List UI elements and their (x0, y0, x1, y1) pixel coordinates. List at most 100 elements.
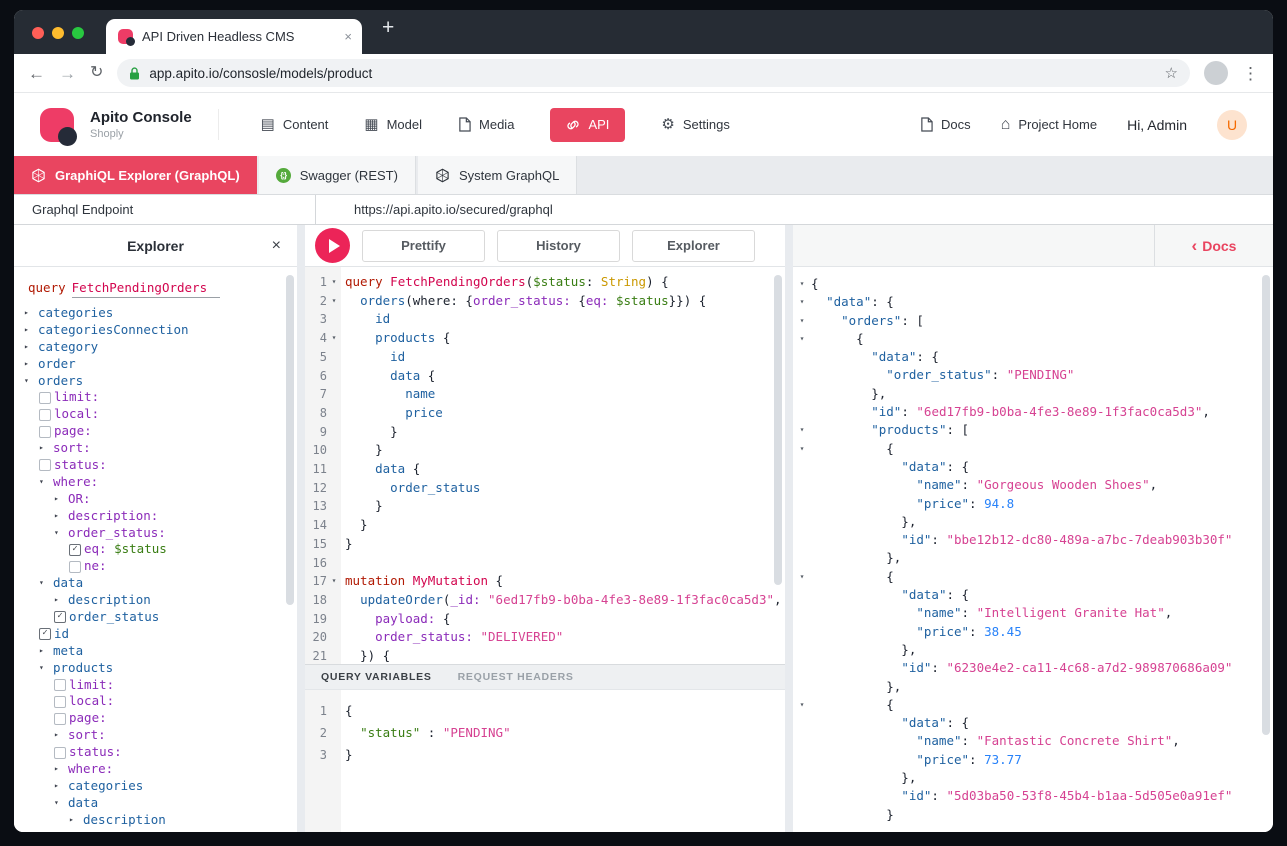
collapse-arrow-icon[interactable]: ▾ (24, 373, 38, 390)
tree-row[interactable]: status: (14, 457, 297, 474)
variables-editor[interactable]: 1{2 "status" : "PENDING" 3} (305, 690, 785, 832)
project-home-link[interactable]: ⌂ Project Home (1001, 116, 1097, 133)
field-checkbox[interactable] (69, 560, 81, 573)
expand-arrow-icon[interactable]: ▸ (54, 727, 68, 744)
nav-item-settings[interactable]: ⚙ Settings (661, 117, 729, 132)
tab-query-variables[interactable]: QUERY VARIABLES (321, 671, 432, 683)
expand-arrow-icon[interactable]: ▸ (54, 761, 68, 778)
tree-row[interactable]: ▸ category (14, 339, 297, 356)
tree-row[interactable]: local: (14, 406, 297, 423)
field-checkbox[interactable] (54, 746, 66, 759)
editor-scrollbar[interactable] (774, 275, 782, 585)
tree-row[interactable]: status: (14, 744, 297, 761)
tab-close-icon[interactable]: × (344, 29, 352, 44)
fold-arrow-icon[interactable]: ▾ (793, 275, 811, 293)
fold-arrow-icon[interactable]: ▾ (793, 440, 811, 458)
fold-arrow-icon[interactable]: ▾ (327, 329, 341, 348)
tree-row[interactable]: ▸ description: (14, 508, 297, 525)
execute-query-button[interactable] (315, 228, 350, 263)
tree-row[interactable]: ne: (14, 558, 297, 575)
field-checkbox[interactable] (54, 679, 66, 692)
fold-arrow-icon[interactable]: ▾ (793, 312, 811, 330)
explorer-toggle-button[interactable]: Explorer (632, 229, 755, 262)
tree-row[interactable]: page: (14, 710, 297, 727)
maximize-window-button[interactable] (72, 27, 84, 39)
explorer-tree-pane[interactable]: query FetchPendingOrders ▸ categories ▸ cate… (14, 267, 297, 832)
tree-row[interactable]: ▾ where: (14, 474, 297, 491)
tree-row[interactable]: local: (14, 693, 297, 710)
expand-arrow-icon[interactable]: ▸ (69, 812, 83, 829)
expand-arrow-icon[interactable]: ▸ (24, 305, 38, 322)
pane-divider[interactable] (297, 225, 305, 832)
field-checkbox[interactable]: ✓ (69, 543, 81, 556)
fold-arrow-icon[interactable]: ▾ (327, 273, 341, 292)
results-scrollbar[interactable] (1262, 275, 1270, 735)
new-tab-button[interactable]: + (382, 17, 394, 38)
tree-row[interactable]: ✓ order_status (14, 609, 297, 626)
explorer-close-icon[interactable]: × (272, 237, 281, 255)
tree-row[interactable]: ▸ description (14, 592, 297, 609)
history-button[interactable]: History (497, 229, 620, 262)
reload-icon[interactable]: ↻ (90, 65, 103, 81)
expand-arrow-icon[interactable]: ▸ (54, 592, 68, 609)
tab-graphiql-explorer[interactable]: GraphiQL Explorer (GraphQL) (14, 156, 257, 194)
tree-row[interactable]: ✓ id (14, 626, 297, 643)
field-checkbox[interactable] (39, 425, 51, 438)
minimize-window-button[interactable] (52, 27, 64, 39)
fold-arrow-icon[interactable]: ▾ (793, 421, 811, 439)
explorer-scrollbar[interactable] (286, 275, 294, 605)
expand-arrow-icon[interactable]: ▸ (39, 440, 53, 457)
field-checkbox[interactable] (54, 712, 66, 725)
tab-request-headers[interactable]: REQUEST HEADERS (458, 671, 574, 683)
fold-arrow-icon[interactable]: ▾ (793, 696, 811, 714)
tree-row[interactable]: ▸ categoriesConnection (14, 322, 297, 339)
collapse-arrow-icon[interactable]: ▾ (39, 575, 53, 592)
expand-arrow-icon[interactable]: ▸ (24, 322, 38, 339)
tree-row[interactable]: ✓ eq: $status (14, 541, 297, 558)
tree-row[interactable]: ▸ categories (14, 305, 297, 322)
tree-row[interactable]: ▸ sort: (14, 440, 297, 457)
address-bar[interactable]: app.apito.io/consosle/models/product ☆ (117, 59, 1190, 87)
tree-row[interactable]: ▸ order (14, 356, 297, 373)
collapse-arrow-icon[interactable]: ▾ (39, 660, 53, 677)
browser-profile-avatar[interactable] (1204, 61, 1228, 85)
collapse-arrow-icon[interactable]: ▾ (39, 474, 53, 491)
fold-arrow-icon[interactable]: ▾ (793, 330, 811, 348)
expand-arrow-icon[interactable]: ▸ (54, 778, 68, 795)
nav-item-model[interactable]: ▦ Model (364, 117, 422, 132)
field-checkbox[interactable] (39, 408, 51, 421)
field-checkbox[interactable] (39, 391, 51, 404)
browser-menu-icon[interactable]: ⋮ (1242, 65, 1259, 82)
collapse-arrow-icon[interactable]: ▾ (54, 525, 68, 542)
operation-name-input[interactable]: FetchPendingOrders (71, 280, 220, 298)
fold-arrow-icon[interactable]: ▾ (793, 568, 811, 586)
tree-row[interactable]: limit: (14, 389, 297, 406)
nav-item-media[interactable]: Media (458, 117, 514, 132)
back-icon[interactable]: ← (28, 65, 45, 82)
expand-arrow-icon[interactable]: ▸ (24, 356, 38, 373)
forward-icon[interactable]: → (59, 65, 76, 82)
tree-row[interactable]: ▸ OR: (14, 491, 297, 508)
query-editor[interactable]: 1 ▾ query FetchPendingOrders($status: Stri… (305, 267, 785, 664)
tree-row[interactable]: ▸ categories (14, 778, 297, 795)
field-checkbox[interactable] (54, 695, 66, 708)
tab-swagger-rest[interactable]: {;} Swagger (REST) (258, 156, 416, 194)
user-avatar[interactable]: U (1217, 109, 1247, 140)
browser-tab[interactable]: API Driven Headless CMS × (106, 19, 362, 54)
collapse-arrow-icon[interactable]: ▾ (54, 795, 68, 812)
docs-link[interactable]: Docs (920, 117, 971, 132)
tree-row[interactable]: ▾ orders (14, 373, 297, 390)
field-checkbox[interactable]: ✓ (39, 628, 51, 641)
tree-row[interactable]: ▸ where: (14, 761, 297, 778)
docs-panel-link[interactable]: ‹ Docs (1154, 225, 1273, 266)
tree-row[interactable]: page: (14, 423, 297, 440)
field-checkbox[interactable]: ✓ (54, 611, 66, 624)
tree-row[interactable]: ▾ order_status: (14, 525, 297, 542)
fold-arrow-icon[interactable]: ▾ (793, 293, 811, 311)
prettify-button[interactable]: Prettify (362, 229, 485, 262)
field-checkbox[interactable] (39, 459, 51, 472)
nav-item-api[interactable]: API (550, 107, 626, 142)
expand-arrow-icon[interactable]: ▸ (24, 339, 38, 356)
tree-row[interactable]: ▾ data (14, 575, 297, 592)
expand-arrow-icon[interactable]: ▸ (54, 508, 68, 525)
